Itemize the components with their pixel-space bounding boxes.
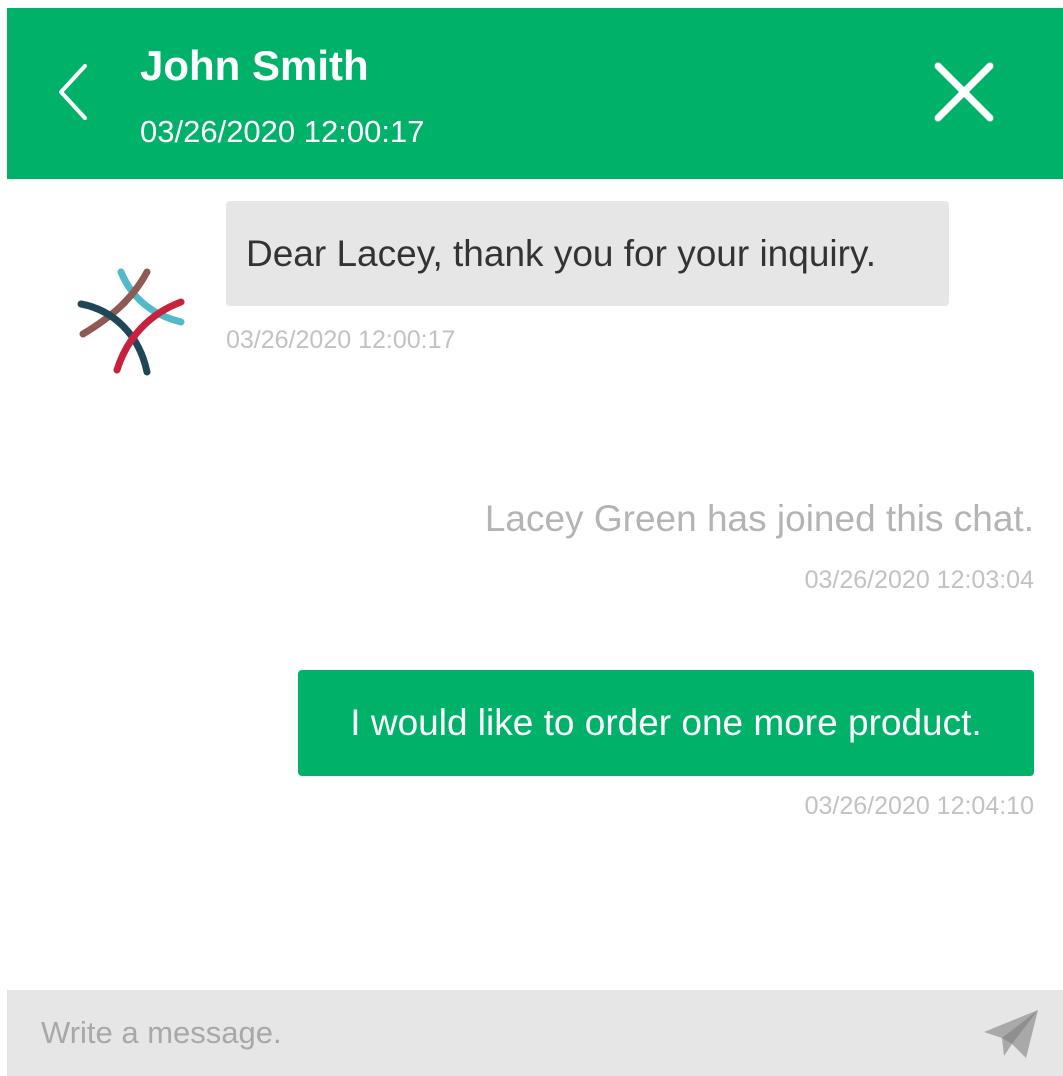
paper-plane-icon xyxy=(984,1010,1038,1058)
system-message-timestamp: 03/26/2020 12:03:04 xyxy=(804,566,1034,594)
close-button[interactable] xyxy=(932,60,996,124)
avatar xyxy=(77,268,185,376)
send-button[interactable] xyxy=(982,1006,1042,1062)
outgoing-message-text: I would like to order one more product. xyxy=(350,702,982,743)
message-input[interactable] xyxy=(7,990,967,1076)
system-message-text: Lacey Green has joined this chat. xyxy=(484,498,1034,539)
incoming-message-timestamp: 03/26/2020 12:00:17 xyxy=(226,326,456,354)
chevron-left-icon xyxy=(59,64,87,120)
contact-name: John Smith xyxy=(140,42,369,89)
chat-header: John Smith 03/26/2020 12:00:17 xyxy=(7,8,1063,179)
close-icon xyxy=(934,62,994,122)
chat-window: John Smith 03/26/2020 12:00:17 Dear Lace… xyxy=(7,8,1063,1076)
outgoing-message-timestamp: 03/26/2020 12:04:10 xyxy=(804,792,1034,820)
back-button[interactable] xyxy=(51,60,95,124)
header-timestamp: 03/26/2020 12:00:17 xyxy=(140,114,425,149)
outgoing-message-bubble: I would like to order one more product. xyxy=(298,670,1034,776)
incoming-message-text: Dear Lacey, thank you for your inquiry. xyxy=(246,232,876,274)
agent-logo-icon xyxy=(77,268,185,376)
message-composer xyxy=(7,990,1063,1076)
incoming-message-bubble: Dear Lacey, thank you for your inquiry. xyxy=(226,201,949,306)
